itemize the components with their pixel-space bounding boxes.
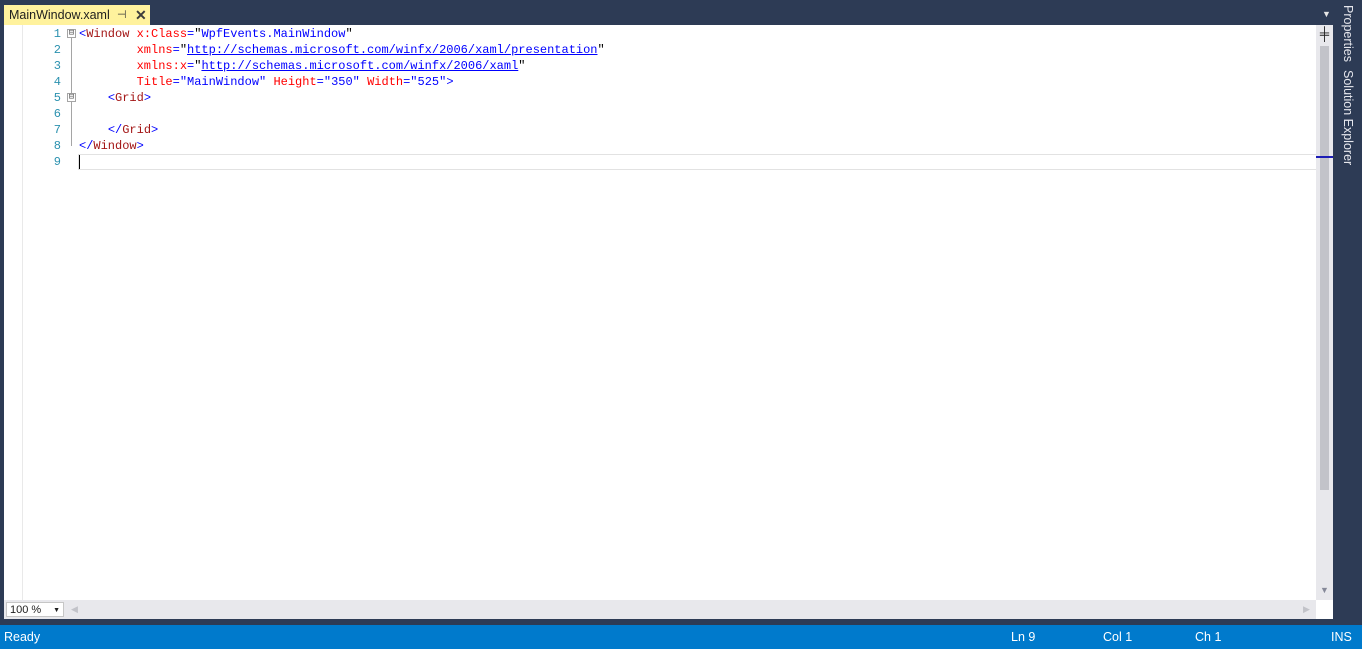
token: > — [151, 123, 159, 137]
line-number: 3 — [53, 59, 61, 73]
token: Grid — [115, 91, 144, 105]
token: Window — [86, 27, 130, 41]
code-line-3: xmlns:x="http://schemas.microsoft.com/wi… — [79, 58, 605, 74]
token: > — [446, 75, 454, 89]
token: < — [107, 91, 116, 105]
line-number: 5 — [53, 91, 61, 105]
token: xmlns:x — [136, 59, 188, 73]
code-line-4: Title="MainWindow" Height="350" Width="5… — [79, 74, 605, 90]
document-tab-bar: MainWindow.xaml ⊣ ✕ ▼ — [0, 0, 1334, 25]
token: Grid — [122, 123, 152, 137]
fold-guide — [71, 102, 72, 146]
status-bar: Ready Ln 9 Col 1 Ch 1 INS — [0, 625, 1362, 649]
token: " — [597, 43, 605, 57]
zoom-value: 100 % — [10, 604, 42, 616]
token: " — [179, 43, 188, 57]
line-number: 2 — [53, 43, 61, 57]
tab-solution-explorer[interactable]: Solution Explorer — [1341, 70, 1355, 165]
xmlns-link[interactable]: http://schemas.microsoft.com/winfx/2006/… — [187, 43, 597, 57]
xmlns-x-link[interactable]: http://schemas.microsoft.com/winfx/2006/… — [201, 59, 518, 73]
editor-bottom-bar: 100 % ▼ ◀ ▶ — [4, 600, 1316, 619]
token: > — [143, 91, 152, 105]
tab-dropdown-icon[interactable]: ▼ — [1322, 9, 1331, 19]
tab-properties[interactable]: Properties — [1341, 5, 1355, 62]
token: Title — [136, 75, 173, 89]
code-editor[interactable]: 1 2 3 4 5 6 7 8 9 ⊟ ⊟ <Window x:Class="W… — [4, 25, 1333, 619]
token: ="350" — [316, 75, 360, 89]
token: ="MainWindow" — [172, 75, 267, 89]
line-number: 9 — [53, 155, 61, 169]
token: = — [172, 43, 180, 57]
line-number: 1 — [53, 27, 61, 41]
token: Window — [93, 139, 137, 153]
line-number: 7 — [53, 123, 61, 137]
token: </ — [79, 139, 94, 153]
token: xmlns — [136, 43, 173, 57]
status-insert-mode: INS — [1331, 630, 1352, 644]
scroll-thumb[interactable] — [1320, 46, 1329, 490]
token: Width — [359, 75, 404, 89]
code-line-2: xmlns="http://schemas.microsoft.com/winf… — [79, 42, 605, 58]
side-tool-panel: Properties Solution Explorer — [1335, 0, 1362, 625]
token: > — [136, 139, 144, 153]
code-line-8: </Window> — [79, 138, 605, 154]
chevron-down-icon: ▼ — [53, 607, 60, 614]
scroll-left-icon[interactable]: ◀ — [71, 604, 78, 615]
scroll-right-icon[interactable]: ▶ — [1303, 604, 1310, 615]
tab-title: MainWindow.xaml — [9, 8, 110, 22]
status-ready: Ready — [4, 630, 41, 644]
line-number: 8 — [53, 139, 61, 153]
vertical-scrollbar[interactable]: ╪ ▼ — [1316, 25, 1333, 600]
token: " — [518, 59, 526, 73]
token: ="525" — [403, 75, 447, 89]
status-column: Col 1 — [1103, 630, 1133, 644]
pin-icon[interactable]: ⊣ — [117, 8, 127, 22]
token: x:Class — [129, 27, 188, 41]
line-number: 4 — [53, 75, 61, 89]
token: Height — [266, 75, 317, 89]
close-icon[interactable]: ✕ — [135, 6, 147, 24]
zoom-dropdown[interactable]: 100 % ▼ — [6, 602, 64, 617]
token: WpfEvents.MainWindow — [201, 27, 346, 41]
token: " — [345, 27, 353, 41]
code-line-7: </Grid> — [79, 122, 605, 138]
token: </ — [107, 123, 123, 137]
code-line-5: <Grid> — [79, 90, 605, 106]
tab-mainwindow-xaml[interactable]: MainWindow.xaml ⊣ ✕ — [4, 5, 150, 25]
status-char: Ch 1 — [1195, 630, 1222, 644]
split-window-icon[interactable]: ╪ — [1318, 27, 1331, 40]
code-text[interactable]: <Window x:Class="WpfEvents.MainWindow" x… — [79, 26, 605, 170]
line-numbers: 1 2 3 4 5 6 7 8 9 — [23, 26, 61, 170]
caret-position-marker — [1316, 156, 1333, 158]
indicator-margin — [4, 25, 22, 600]
line-number: 6 — [53, 107, 61, 121]
collapse-window-icon[interactable]: ⊟ — [67, 29, 76, 38]
fold-guide — [71, 38, 72, 93]
status-line: Ln 9 — [1011, 630, 1036, 644]
collapse-grid-icon[interactable]: ⊟ — [67, 93, 76, 102]
scroll-down-icon[interactable]: ▼ — [1320, 585, 1329, 595]
code-line-1: <Window x:Class="WpfEvents.MainWindow" — [79, 26, 605, 42]
